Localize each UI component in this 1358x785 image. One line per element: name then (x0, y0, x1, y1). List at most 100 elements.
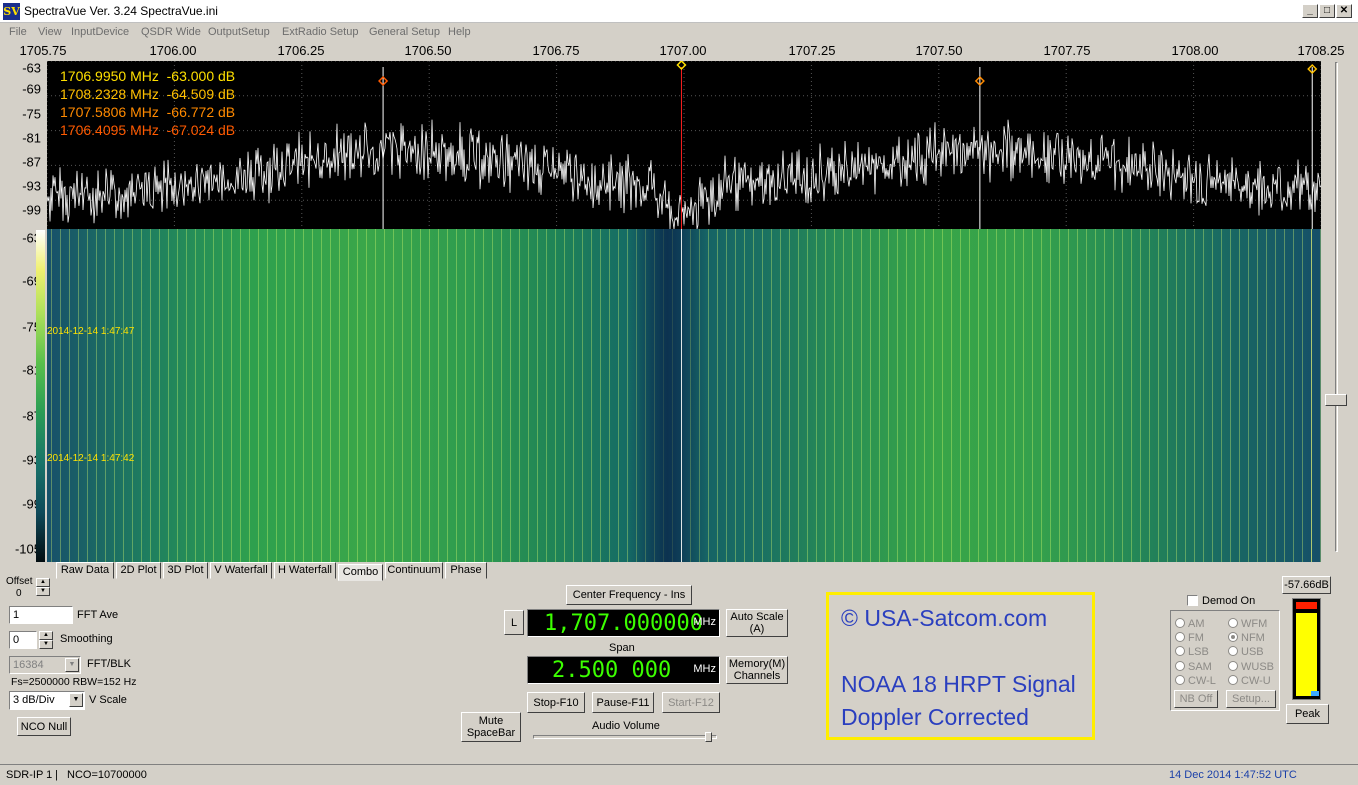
reference-level-slider[interactable] (1325, 62, 1349, 562)
demod-on-label: Demod On (1202, 595, 1256, 607)
freq-tick-label: 1706.50 (404, 43, 452, 58)
chevron-down-icon: ▼ (65, 658, 79, 672)
radio-fm[interactable]: FM (1175, 632, 1204, 644)
tab-3d-plot[interactable]: 3D Plot (163, 562, 208, 579)
fft-blk-value: 16384 (13, 659, 44, 671)
minimize-button[interactable]: _ (1302, 4, 1318, 18)
marker-readout-2: 1708.2328 MHz -64.509 dB (60, 86, 236, 102)
spectrum-svg (47, 61, 1321, 229)
meter-fill (1296, 613, 1317, 696)
center-frequency-unit: MHz (693, 616, 716, 628)
tab-2d-plot[interactable]: 2D Plot (116, 562, 161, 579)
stop-button[interactable]: Stop-F10 (527, 692, 585, 713)
marker-readout-1: 1706.9950 MHz -63.000 dB (60, 68, 236, 84)
fft-ave-label: FFT Ave (77, 609, 119, 621)
freq-tick-label: 1705.75 (19, 43, 67, 58)
freq-tick-label: 1706.00 (149, 43, 197, 58)
radio-wfm[interactable]: WFM (1228, 618, 1267, 630)
center-frequency-line (681, 229, 682, 562)
waterfall-timestamp: 2014-12-14 1:47:47 (47, 326, 135, 337)
watermark-copyright: © USA-Satcom.com (841, 605, 1048, 631)
vscale-value: 3 dB/Div (13, 694, 55, 706)
checkbox-icon (1187, 595, 1198, 606)
menu-extradio-setup[interactable]: ExtRadio Setup (282, 26, 358, 38)
menu-help[interactable]: Help (448, 26, 471, 38)
fft-ave-field[interactable]: 1 (9, 606, 73, 624)
radio-wusb[interactable]: WUSB (1228, 661, 1274, 673)
meter-overload-segment (1296, 602, 1317, 609)
marker-line (1311, 229, 1312, 562)
waterfall-color-scale (36, 230, 45, 562)
meter-peak-indicator (1311, 691, 1319, 696)
start-button[interactable]: Start-F12 (662, 692, 720, 713)
db-tick-label: -63 (22, 60, 41, 76)
demod-on-checkbox[interactable]: Demod On (1187, 595, 1255, 607)
smoothing-field[interactable]: 0 (9, 631, 37, 649)
tab-raw-data[interactable]: Raw Data (56, 562, 114, 579)
freq-tick-label: 1707.75 (1043, 43, 1091, 58)
menu-bar: File View InputDevice QSDR Wide OutputSe… (0, 23, 1358, 41)
memory-channels-button[interactable]: Memory(M) Channels (726, 656, 788, 684)
signal-level-readout: -57.66dB (1282, 576, 1331, 594)
span-unit: MHz (693, 663, 716, 675)
radio-cw-l[interactable]: CW-L (1175, 675, 1216, 687)
db-tick-label: -93 (22, 178, 41, 194)
waterfall-plot[interactable]: 2014-12-14 1:47:47 2014-12-14 1:47:42 (47, 229, 1321, 562)
peak-button[interactable]: Peak (1286, 704, 1329, 724)
watermark-box: © USA-Satcom.com NOAA 18 HRPT Signal Dop… (826, 592, 1095, 740)
nb-off-button[interactable]: NB Off (1174, 690, 1218, 708)
radio-lsb[interactable]: LSB (1175, 646, 1209, 658)
db-tick-label: -81 (22, 130, 41, 146)
radio-nfm[interactable]: NFM (1228, 632, 1265, 644)
fft-blk-label: FFT/BLK (87, 658, 132, 670)
audio-volume-slider[interactable] (704, 732, 712, 742)
freq-tick-label: 1707.00 (659, 43, 707, 58)
pause-button[interactable]: Pause-F11 (592, 692, 654, 713)
tab-continuum[interactable]: Continuum (385, 562, 443, 579)
menu-inputdevice[interactable]: InputDevice (71, 26, 129, 38)
radio-usb[interactable]: USB (1228, 646, 1264, 658)
setup-button[interactable]: Setup... (1226, 690, 1276, 708)
db-tick-label: -69 (22, 81, 41, 97)
menu-outputsetup[interactable]: OutputSetup (208, 26, 270, 38)
slider-thumb[interactable] (1325, 394, 1347, 406)
menu-general-setup[interactable]: General Setup (369, 26, 440, 38)
smoothing-spinner[interactable]: ▲ ▼ (39, 631, 53, 649)
radio-cw-u[interactable]: CW-U (1228, 675, 1271, 687)
smoothing-label: Smoothing (60, 633, 113, 645)
nco-null-button[interactable]: NCO Null (17, 717, 71, 736)
watermark-doppler-note: Doppler Corrected (841, 704, 1029, 730)
marker-readout-4: 1706.4095 MHz -67.024 dB (60, 122, 236, 138)
offset-spinner[interactable]: ▲ ▼ (36, 578, 50, 596)
tab-phase[interactable]: Phase (445, 562, 487, 579)
radio-am[interactable]: AM (1175, 618, 1205, 630)
menu-view[interactable]: View (38, 26, 62, 38)
span-display[interactable]: 2.500 000 MHz (527, 656, 720, 684)
plot-area[interactable]: 2014-12-14 1:47:47 2014-12-14 1:47:42 (47, 61, 1321, 562)
menu-qsdr-wide[interactable]: QSDR Wide (141, 26, 201, 38)
freq-tick-label: 1708.00 (1171, 43, 1219, 58)
lock-l-button[interactable]: L (504, 610, 524, 635)
auto-scale-button[interactable]: Auto Scale (A) (726, 609, 788, 637)
center-frequency-button[interactable]: Center Frequency - Ins (566, 585, 692, 605)
vscale-select[interactable]: 3 dB/Div ▼ (9, 691, 85, 710)
maximize-button[interactable]: □ (1319, 4, 1335, 18)
fs-rbw-readout: Fs=2500000 RBW=152 Hz (11, 676, 137, 688)
db-tick-label: -87 (22, 154, 41, 170)
fft-blk-select[interactable]: 16384 ▼ (9, 656, 81, 674)
menu-file[interactable]: File (9, 26, 27, 38)
mute-button[interactable]: Mute SpaceBar (461, 712, 521, 742)
audio-volume-track (533, 735, 717, 739)
tab-combo[interactable]: Combo (338, 564, 383, 581)
tab-h-waterfall[interactable]: H Waterfall (274, 562, 336, 579)
frequency-axis: 1705.75 1706.00 1706.25 1706.50 1706.75 … (0, 41, 1358, 61)
close-button[interactable]: ✕ (1336, 4, 1352, 18)
audio-volume-label: Audio Volume (592, 720, 660, 732)
marker-readout-3: 1707.5806 MHz -66.772 dB (60, 104, 236, 120)
radio-sam[interactable]: SAM (1175, 661, 1212, 673)
spectrum-plot[interactable] (47, 61, 1321, 229)
status-separator: | (55, 769, 58, 781)
center-frequency-display[interactable]: 1,707.000000 MHz (527, 609, 720, 637)
tab-v-waterfall[interactable]: V Waterfall (210, 562, 272, 579)
signal-level-meter (1292, 598, 1321, 700)
